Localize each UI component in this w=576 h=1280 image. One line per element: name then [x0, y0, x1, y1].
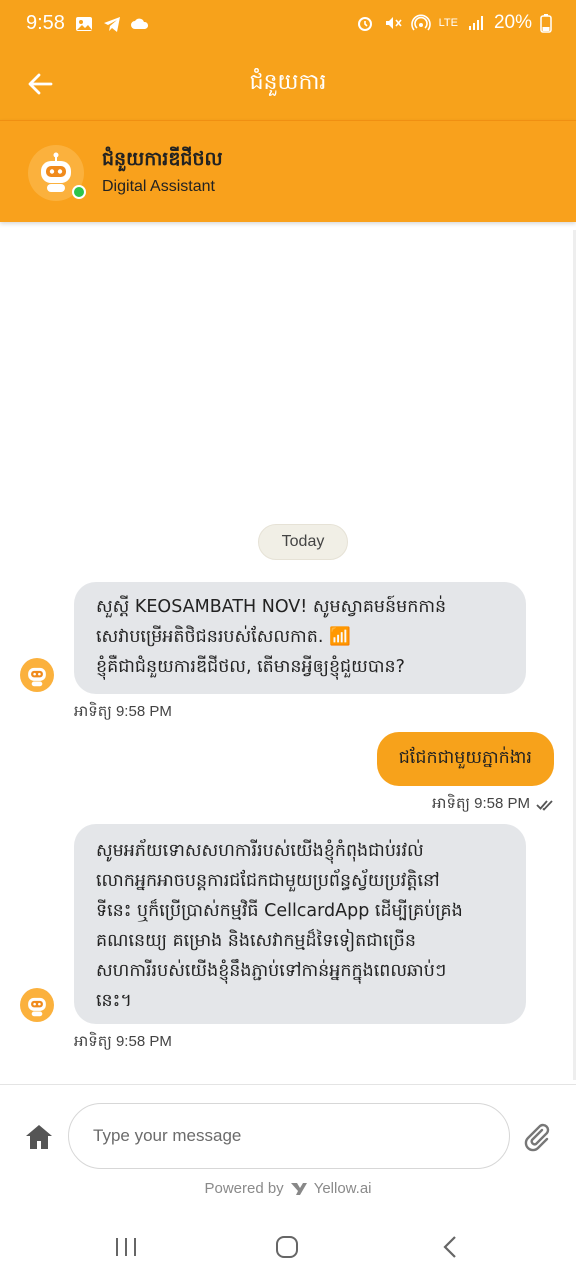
message-line: សេវាបម្រើអតិថិជនរបស់សែលកាត. 📶: [96, 627, 351, 647]
message-line: ទីនេះ ឬក៏ប្រើប្រាស់កម្មវិធី CellcardApp …: [96, 901, 463, 921]
recent-apps-icon: [116, 1238, 136, 1256]
bot-message: សួស្តី KEOSAMBATH NOV! សូមស្វាគមន៍មកកាន់…: [74, 582, 526, 694]
attach-button[interactable]: [520, 1120, 554, 1154]
app-bar: ជំនួយការ: [0, 52, 576, 120]
signal-icon: [468, 16, 483, 30]
chat-screen: 9:58 LTE 20% ជំនួយការ ជំនួយការឌីជីថល Dig…: [0, 0, 576, 1280]
system-nav-bar: [0, 1214, 576, 1280]
home-icon: [26, 1125, 52, 1149]
status-bar: 9:58 LTE 20%: [0, 0, 576, 52]
yellow-ai-logo-icon: [290, 1182, 307, 1195]
cloud-icon: [131, 18, 149, 29]
robot-icon: [41, 152, 71, 192]
home-circle-icon: [276, 1236, 298, 1258]
composer-divider: [0, 1084, 576, 1085]
message-line: គណនេយ្យ គម្រោង និងសេវាកម្មដ៏ទៃទៀតជាច្រើន: [96, 931, 416, 951]
message-line: ខ្ញុំគឺជាជំនួយការឌីជីថល, តើមានអ្វីឲ្យខ្ញ…: [96, 657, 405, 677]
battery-percent: 20%: [493, 12, 532, 33]
bot-name: ជំនួយការឌីជីថល: [102, 148, 223, 170]
message-timestamp: អាទិត្យ 9:58 PM: [432, 795, 530, 812]
message-line: សួស្តី KEOSAMBATH NOV! សូមស្វាគមន៍មកកាន់: [96, 597, 447, 617]
system-status: LTE 20%: [355, 12, 552, 34]
double-check-icon: [536, 800, 553, 811]
hotspot-icon: [410, 14, 431, 31]
home-nav-button[interactable]: [267, 1232, 307, 1262]
status-time: 9:58: [26, 12, 65, 34]
bot-mini-avatar: [20, 988, 54, 1022]
bot-header: ជំនួយការឌីជីថល Digital Assistant: [0, 120, 576, 222]
message-line: សូមអភ័យទោសសហការីរបស់យើងខ្ញុំកំពុងជាប់រវល…: [96, 841, 424, 861]
bot-avatar: [28, 145, 86, 201]
bot-mini-avatar: [20, 658, 54, 692]
powered-by-label: Powered by: [204, 1180, 284, 1197]
message-line: សហការីរបស់យើងខ្ញុំនឹងភ្ជាប់ទៅកាន់អ្នកក្ន…: [96, 961, 447, 981]
message-line: លោកអ្នកអាចបន្តការជជែកជាមួយប្រព័ន្ធស្វ័យប…: [96, 871, 440, 891]
message-timestamp: អាទិត្យ 9:58 PM: [74, 703, 172, 720]
network-type: LTE: [438, 17, 458, 29]
powered-by-brand[interactable]: Yellow.ai: [314, 1180, 372, 1197]
paperclip-icon: [524, 1123, 550, 1152]
powered-by: Powered by Yellow.ai: [0, 1180, 576, 1197]
gallery-icon: [76, 17, 92, 31]
battery-icon: [540, 14, 552, 33]
back-nav-button[interactable]: [430, 1232, 470, 1262]
user-message: ជជែកជាមួយភ្នាក់ងារ: [376, 732, 554, 786]
home-button[interactable]: [22, 1120, 56, 1154]
bot-message: សូមអភ័យទោសសហការីរបស់យើងខ្ញុំកំពុងជាប់រវល…: [74, 824, 526, 1024]
user-message-meta: អាទិត្យ 9:58 PM: [432, 794, 554, 816]
alarm-icon: [357, 17, 372, 31]
mute-icon: [385, 17, 402, 29]
telegram-icon: [104, 17, 120, 32]
robot-icon: [28, 667, 46, 687]
bot-subtitle: Digital Assistant: [102, 178, 215, 195]
recent-apps-button[interactable]: [106, 1232, 146, 1262]
notification-icons: [74, 14, 150, 34]
message-timestamp: អាទិត្យ 9:58 PM: [74, 1033, 172, 1050]
message-input[interactable]: [68, 1103, 510, 1169]
robot-icon: [28, 997, 46, 1017]
page-title: ជំនួយការ: [249, 70, 327, 95]
date-separator: Today: [258, 524, 348, 560]
online-status-dot: [72, 185, 86, 199]
chat-area[interactable]: Today សួស្តី KEOSAMBATH NOV! សូមស្វាគមន៍…: [0, 222, 576, 1084]
message-line: នេះ។: [96, 991, 132, 1011]
chevron-left-icon: [443, 1236, 456, 1258]
